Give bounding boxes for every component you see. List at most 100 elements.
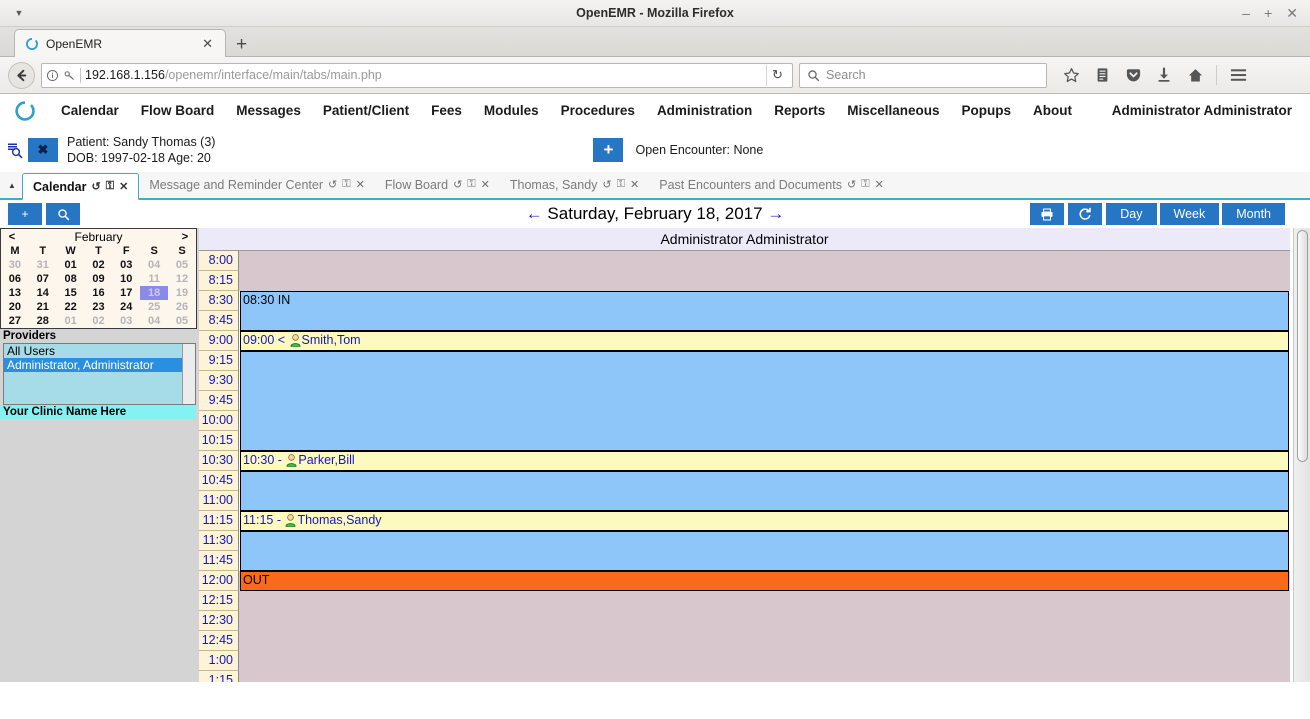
event-in[interactable]: 08:30 IN <box>240 291 1289 331</box>
mini-cal-prev-month-button[interactable]: < <box>6 231 18 243</box>
event-open-1045[interactable] <box>240 471 1289 511</box>
calendar-slot[interactable] <box>239 611 1290 631</box>
mini-cal-day[interactable]: 30 <box>1 258 29 272</box>
providers-scrollbar[interactable] <box>182 344 195 404</box>
view-button-month[interactable]: Month <box>1222 203 1285 225</box>
hamburger-menu-icon[interactable] <box>1224 61 1252 89</box>
tab-refresh-icon[interactable]: ↺ <box>328 178 337 191</box>
close-window-button[interactable]: ✕ <box>1286 6 1298 20</box>
app-tab-calendar[interactable]: Calendar ↺ ⚿ ✕ <box>22 173 139 200</box>
print-calendar-button[interactable] <box>1030 203 1064 225</box>
calendar-slot[interactable] <box>239 591 1290 611</box>
app-tab-flow-board[interactable]: Flow Board ↺ ⚿ ✕ <box>375 171 500 198</box>
mini-cal-day[interactable]: 17 <box>112 286 140 300</box>
permissions-key-icon[interactable] <box>63 69 76 82</box>
event-open-0915[interactable] <box>240 351 1289 451</box>
mini-cal-day[interactable]: 26 <box>168 300 196 314</box>
mini-cal-day[interactable]: 25 <box>140 300 168 314</box>
calendar-slot[interactable] <box>239 251 1290 271</box>
mini-cal-day[interactable]: 16 <box>85 286 113 300</box>
page-info-icon[interactable] <box>46 69 59 82</box>
menu-item-about[interactable]: About <box>1022 103 1083 118</box>
app-tab-message-and-reminder-center[interactable]: Message and Reminder Center ↺ ⚿ ✕ <box>139 171 375 198</box>
mini-cal-day[interactable]: 01 <box>57 314 85 328</box>
calendar-slot[interactable] <box>239 631 1290 651</box>
mini-cal-day[interactable]: 02 <box>85 314 113 328</box>
menu-item-procedures[interactable]: Procedures <box>550 103 646 118</box>
tab-lock-icon[interactable]: ⚿ <box>342 178 350 191</box>
mini-cal-day[interactable]: 07 <box>29 272 57 286</box>
reload-button[interactable]: ↻ <box>766 65 788 86</box>
calendar-search-button[interactable] <box>46 203 80 225</box>
menu-item-modules[interactable]: Modules <box>473 103 550 118</box>
mini-cal-day-selected[interactable]: 18 <box>140 286 168 300</box>
provider-option-all-users[interactable]: All Users <box>4 344 195 358</box>
mini-cal-day[interactable]: 13 <box>1 286 29 300</box>
menu-item-fees[interactable]: Fees <box>420 103 473 118</box>
mini-cal-day[interactable]: 20 <box>1 300 29 314</box>
event-smith-tom[interactable]: 09:00 < Smith,Tom <box>240 331 1289 351</box>
mini-cal-day[interactable]: 24 <box>112 300 140 314</box>
mini-cal-day[interactable]: 21 <box>29 300 57 314</box>
menu-item-reports[interactable]: Reports <box>763 103 836 118</box>
mini-cal-day[interactable]: 05 <box>168 314 196 328</box>
tab-lock-icon[interactable]: ⚿ <box>861 178 869 191</box>
mini-cal-day[interactable]: 31 <box>29 258 57 272</box>
patient-search-icon[interactable] <box>6 141 24 159</box>
menu-item-calendar[interactable]: Calendar <box>50 103 130 118</box>
event-thomas-sandy[interactable]: 11:15 - Thomas,Sandy <box>240 511 1289 531</box>
menu-item-flow-board[interactable]: Flow Board <box>130 103 226 118</box>
mini-cal-day[interactable]: 11 <box>140 272 168 286</box>
mini-cal-next-month-button[interactable]: > <box>179 231 191 243</box>
tab-close-icon[interactable]: ✕ <box>356 178 365 191</box>
window-menu-caret-icon[interactable]: ▼ <box>6 8 32 18</box>
mini-cal-day[interactable]: 09 <box>85 272 113 286</box>
scrollbar-thumb[interactable] <box>1297 230 1308 462</box>
mini-cal-day[interactable]: 03 <box>112 258 140 272</box>
new-tab-button[interactable]: + <box>226 35 257 56</box>
calendar-vertical-scrollbar[interactable] <box>1293 228 1310 682</box>
tab-refresh-icon[interactable]: ↺ <box>92 180 101 193</box>
bookmark-star-icon[interactable] <box>1057 61 1085 89</box>
calendar-slot[interactable] <box>239 671 1290 682</box>
event-out[interactable]: OUT <box>240 571 1289 591</box>
tab-close-icon[interactable]: ✕ <box>119 180 128 193</box>
mini-cal-day[interactable]: 22 <box>57 300 85 314</box>
mini-cal-day[interactable]: 27 <box>1 314 29 328</box>
close-patient-button[interactable]: ✖ <box>28 138 58 162</box>
mini-cal-day[interactable]: 05 <box>168 258 196 272</box>
mini-cal-day[interactable]: 15 <box>57 286 85 300</box>
event-parker-bill[interactable]: 10:30 - Parker,Bill <box>240 451 1289 471</box>
event-open-1130[interactable] <box>240 531 1289 571</box>
new-encounter-button[interactable]: + <box>593 138 623 162</box>
providers-list[interactable]: All Users Administrator, Administrator <box>3 343 196 405</box>
menu-item-popups[interactable]: Popups <box>951 103 1023 118</box>
prev-day-arrow-icon[interactable]: ← <box>526 204 543 223</box>
provider-option-administrator[interactable]: Administrator, Administrator <box>4 358 195 372</box>
downloads-icon[interactable] <box>1150 61 1178 89</box>
mini-cal-day[interactable]: 12 <box>168 272 196 286</box>
refresh-calendar-button[interactable] <box>1068 203 1102 225</box>
minimize-button[interactable]: – <box>1242 6 1250 20</box>
mini-cal-day[interactable]: 03 <box>112 314 140 328</box>
tab-refresh-icon[interactable]: ↺ <box>847 178 856 191</box>
mini-cal-day[interactable]: 06 <box>1 272 29 286</box>
tab-lock-icon[interactable]: ⚿ <box>106 180 114 193</box>
next-day-arrow-icon[interactable]: → <box>767 204 784 223</box>
tab-close-icon[interactable]: ✕ <box>875 178 884 191</box>
calendar-slot[interactable] <box>239 651 1290 671</box>
tab-close-icon[interactable]: ✕ <box>630 178 639 191</box>
home-icon[interactable] <box>1181 61 1209 89</box>
view-button-day[interactable]: Day <box>1106 203 1156 225</box>
app-tab-past-encounters-and-documents[interactable]: Past Encounters and Documents ↺ ⚿ ✕ <box>649 171 894 198</box>
tab-lock-icon[interactable]: ⚿ <box>467 178 475 191</box>
menu-item-administration[interactable]: Administration <box>646 103 763 118</box>
maximize-button[interactable]: + <box>1264 6 1272 20</box>
browser-search-bar[interactable]: Search <box>799 63 1047 88</box>
menu-item-miscellaneous[interactable]: Miscellaneous <box>836 103 950 118</box>
mini-cal-day[interactable]: 19 <box>168 286 196 300</box>
mini-cal-day[interactable]: 28 <box>29 314 57 328</box>
mini-cal-day[interactable]: 01 <box>57 258 85 272</box>
browser-tab-openemr[interactable]: OpenEMR ✕ <box>14 29 226 57</box>
mini-cal-day[interactable]: 08 <box>57 272 85 286</box>
